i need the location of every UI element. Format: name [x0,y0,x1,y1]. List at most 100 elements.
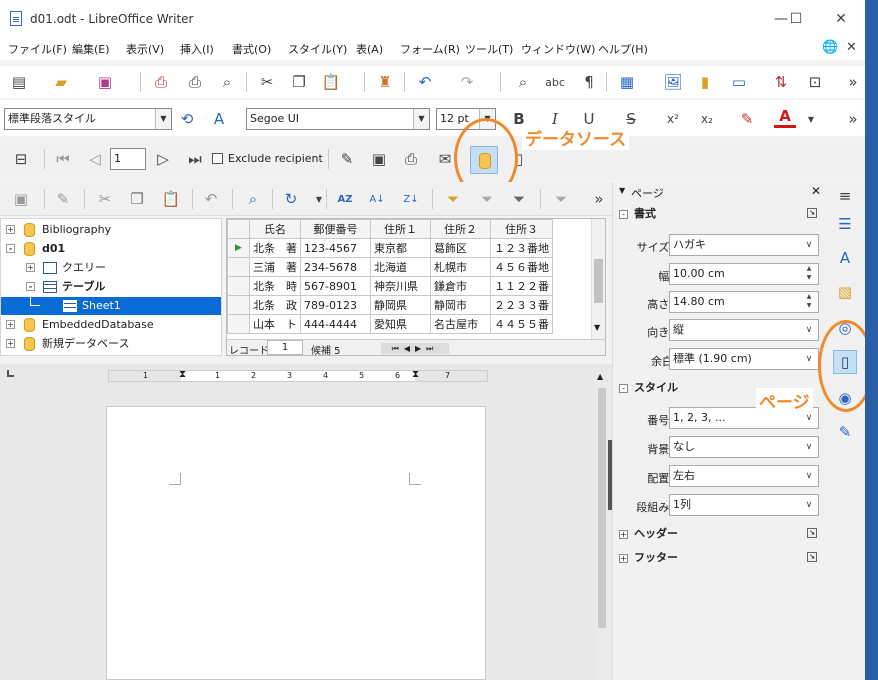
chevron-down-icon[interactable]: ▼ [619,186,625,195]
table-cell[interactable]: 愛知県 [370,314,431,334]
record-number-field[interactable]: 1 [110,148,146,170]
row-header[interactable] [227,314,250,334]
overflow-icon[interactable]: » [842,108,864,130]
expand-icon[interactable]: + [6,339,15,348]
save-record-icon[interactable]: ▣ [10,188,32,210]
send-email-icon[interactable]: ✉ [434,148,456,170]
paste-icon[interactable]: 📋 [160,188,182,210]
scroll-thumb[interactable] [594,259,603,303]
previous-record-icon[interactable]: ◁ [84,148,106,170]
chevron-down-icon[interactable]: ▼ [155,109,171,129]
overflow-icon[interactable]: » [842,71,864,93]
table-row[interactable]: 山本 ト 444-4444 愛知県 名古屋市 ４４５５番 [227,314,553,334]
columns-select[interactable]: 1列 ∨ [669,494,819,516]
connect-datasource-icon[interactable]: ⊟ [10,148,32,170]
apply-filter-icon[interactable]: ⏷ [476,188,498,210]
font-name-select[interactable]: Segoe UI ▼ [246,108,430,130]
redo-icon[interactable]: ↷ [456,71,478,93]
doc-close-icon[interactable]: ✕ [846,40,857,55]
table-cell[interactable]: ４４５５番 [490,314,553,334]
row-header[interactable] [227,276,250,296]
tree-item-queries[interactable]: + クエリー [1,259,221,277]
undo-icon[interactable]: ↶ [414,71,436,93]
chevron-down-icon[interactable]: ▼ [594,323,600,332]
expand-icon[interactable]: + [6,225,15,234]
chevron-down-icon[interactable]: ▼ [413,109,429,129]
table-cell[interactable]: 札幌市 [430,257,491,277]
collapse-icon[interactable]: - [619,383,628,393]
insert-page-break-icon[interactable]: ⇅ [770,71,792,93]
row-header[interactable] [227,257,250,277]
last-record-icon[interactable]: ⏭ [184,148,206,170]
tree-item-sheet1[interactable]: Sheet1 [1,297,221,315]
document-vertical-scrollbar[interactable]: ▲ [596,372,608,680]
column-header[interactable]: 郵便番号 [300,219,371,239]
table-cell[interactable]: 静岡市 [430,295,491,315]
sidebar-close-button[interactable]: ✕ [811,184,821,198]
paste-icon[interactable]: 📋 [320,71,342,93]
table-cell[interactable]: 鎌倉市 [430,276,491,296]
copy-icon[interactable]: ❐ [126,188,148,210]
insert-chart-icon[interactable]: ▮ [694,71,716,93]
chevron-down-icon[interactable]: ∨ [800,320,818,340]
first-record-icon[interactable]: ⏮ [52,148,74,170]
menu-table[interactable]: 表(A) [356,41,383,57]
height-field[interactable]: 14.80 cm ▲ ▼ [669,291,819,313]
sort-icon[interactable]: AZ [334,188,356,210]
clear-formatting-icon[interactable]: ✎ [736,108,758,130]
column-header[interactable]: 住所２ [430,219,491,239]
font-color-button[interactable]: A [774,106,796,128]
gallery-icon[interactable]: ▧ [833,280,857,304]
collapse-icon[interactable]: - [26,282,35,291]
record-nav-buttons[interactable]: ⏮◀▶⏭ [381,343,449,354]
table-cell[interactable]: 234-5678 [300,257,371,277]
manage-changes-icon[interactable]: ✎ [833,420,857,444]
next-record-icon[interactable]: ▷ [152,148,174,170]
collapse-icon[interactable]: - [619,209,628,219]
menu-file[interactable]: ファイル(F) [8,41,67,57]
table-cell[interactable]: 名古屋市 [430,314,491,334]
tab-stop-icon[interactable] [7,370,14,377]
overflow-icon[interactable]: » [588,188,610,210]
insert-table-icon[interactable]: ▦ [616,71,638,93]
current-row-marker[interactable]: ▶ [227,238,250,258]
background-select[interactable]: なし ∨ [669,436,819,458]
table-cell[interactable]: 神奈川県 [370,276,431,296]
menu-form[interactable]: フォーム(R) [400,41,460,57]
table-cell[interactable]: １１２２番 [490,276,553,296]
table-row[interactable]: 北条 政 789-0123 静岡県 静岡市 ２２３３番 [227,295,553,315]
sort-descending-icon[interactable]: Z↓ [400,188,422,210]
menu-styles[interactable]: スタイル(Y) [288,41,347,57]
table-cell[interactable]: １２３番地 [490,238,553,258]
sort-ascending-icon[interactable]: A↓ [366,188,388,210]
new-document-icon[interactable]: ▤ [8,71,30,93]
layout-select[interactable]: 左右 ∨ [669,465,819,487]
tree-item-new-database[interactable]: + 新規データベース [1,335,221,353]
expand-icon[interactable]: + [26,263,35,272]
beamer-splitter[interactable] [226,356,608,362]
tree-item-embedded-database[interactable]: + EmbeddedDatabase [1,316,221,334]
table-cell[interactable]: 444-4444 [300,314,371,334]
horizontal-ruler[interactable]: 1 ⧗ 1 2 3 4 5 6 ⧗ 7 [108,369,488,382]
close-button[interactable]: ✕ [826,8,856,30]
column-header[interactable]: 氏名 [249,219,301,239]
cut-icon[interactable]: ✂ [256,71,278,93]
document-page[interactable] [106,406,486,680]
maximize-button[interactable]: ☐ [781,8,811,30]
menu-view[interactable]: 表示(V) [126,41,164,57]
undo-icon[interactable]: ↶ [200,188,222,210]
table-row[interactable]: 北条 時 567-8901 神奈川県 鎌倉市 １１２２番 [227,276,553,296]
spinner-icon[interactable]: ▲ ▼ [800,292,818,312]
size-select[interactable]: ハガキ ∨ [669,234,819,256]
chevron-down-icon[interactable]: ∨ [800,349,818,369]
save-merged-icon[interactable]: ▣ [368,148,390,170]
more-options-icon[interactable]: ↘ [807,552,817,562]
formatting-marks-icon[interactable]: ¶ [578,71,600,93]
chevron-down-icon[interactable]: ∨ [800,466,818,486]
edit-data-icon[interactable]: ✎ [52,188,74,210]
expand-icon[interactable]: + [619,529,628,539]
refresh-icon[interactable]: ↻ [280,188,302,210]
more-options-icon[interactable]: ↘ [807,208,817,218]
new-style-icon[interactable]: A [208,108,230,130]
chevron-down-icon[interactable]: ▼ [800,108,822,130]
